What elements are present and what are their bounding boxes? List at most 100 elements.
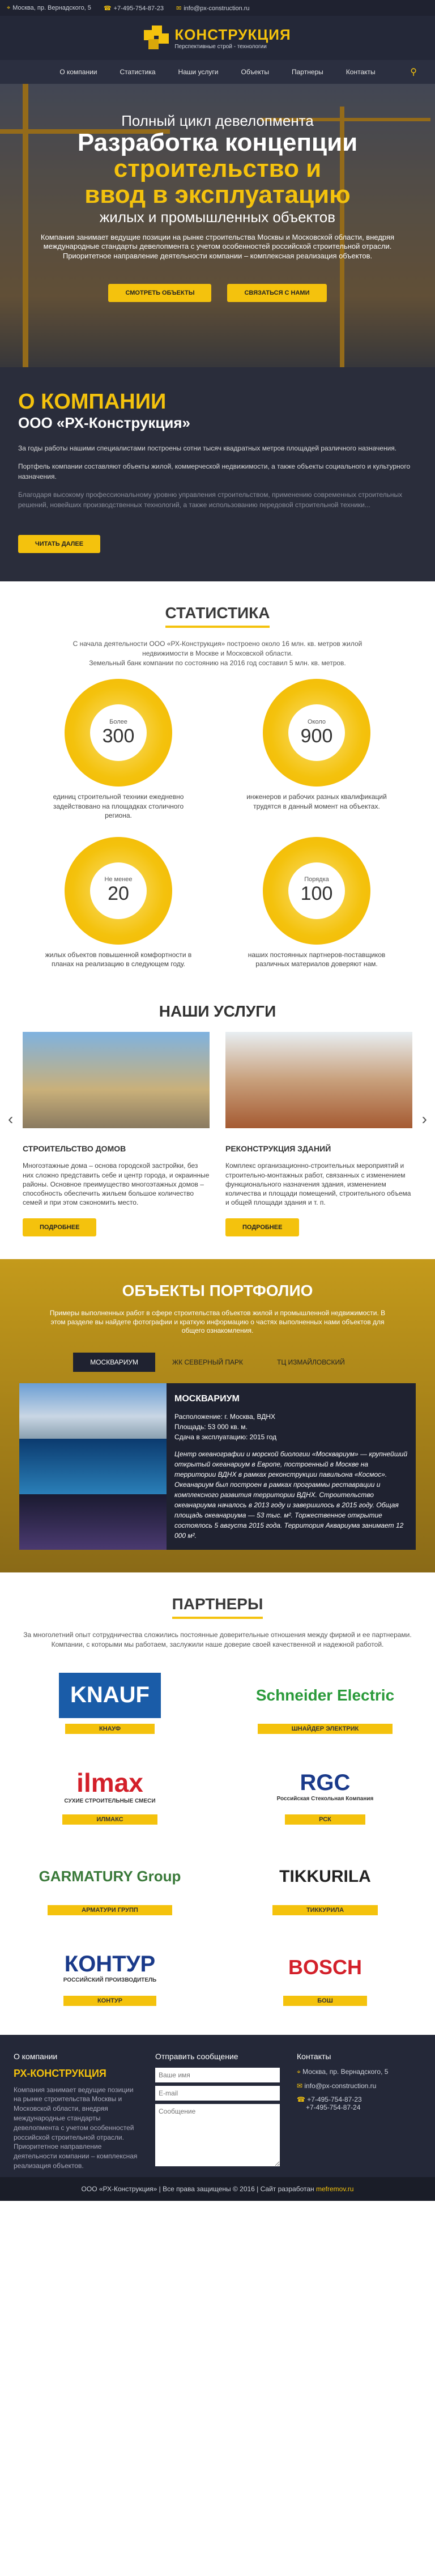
stat-number: 300 <box>102 725 135 747</box>
stat-caption: Порядка <box>304 876 329 883</box>
hero-line-1: Полный цикл девелопмента <box>121 112 314 129</box>
footer-logo[interactable]: РХ-КОНСТРУКЦИЯ <box>14 2068 138 2080</box>
project-image[interactable] <box>19 1439 167 1495</box>
search-icon[interactable]: ⚲ <box>410 66 417 78</box>
tab-moskvarium[interactable]: МОСКВАРИУМ <box>73 1353 156 1372</box>
partner-item[interactable]: RGC Российская Стекольная Компания РСК <box>234 1752 416 1837</box>
email-field[interactable] <box>155 2085 280 2101</box>
footer-about: О компании РХ-КОНСТРУКЦИЯ Компания заним… <box>14 2052 138 2171</box>
partner-item[interactable]: GARMATURY Group АРМАТУРИ ГРУПП <box>19 1842 201 1927</box>
footer-phone[interactable]: +7-495-754-87-24 <box>306 2103 360 2111</box>
topbar-phone[interactable]: ☎ +7-495-754-87-23 <box>104 5 164 12</box>
footer-about-text: Компания занимает ведущие позиции на рын… <box>14 2085 138 2170</box>
name-field[interactable] <box>155 2067 280 2082</box>
nav-item-contacts[interactable]: Контакты <box>346 68 376 76</box>
location-icon: ⌖ <box>7 4 11 11</box>
nav-item-stats[interactable]: Статистика <box>120 68 156 76</box>
partner-item[interactable]: TIKKURILA ТИККУРИЛА <box>234 1842 416 1927</box>
view-objects-button[interactable]: СМОТРЕТЬ ОБЪЕКТЫ <box>108 284 212 303</box>
about-paragraph: За годы работы нашими специалистами пост… <box>18 444 397 452</box>
logo-icon[interactable] <box>144 25 169 50</box>
service-title[interactable]: РЕКОНСТРУКЦИЯ ЗДАНИЙ <box>225 1144 412 1153</box>
topbar-email[interactable]: ✉ info@px-construction.ru <box>176 5 250 12</box>
stat-item: Более 300 единиц строительной техники еже… <box>19 679 218 820</box>
header: КОНСТРУКЦИЯ Перспективные строй - технол… <box>0 16 435 60</box>
partner-logo: KNAUF <box>59 1672 161 1718</box>
phone-icon: ☎ <box>297 2095 308 2103</box>
main-nav: О компании Статистика Наши услуги Объект… <box>0 60 435 84</box>
partner-item[interactable]: КОНТУР РОССИЙСКИЙ ПРОИЗВОДИТЕЛЬ КОНТУР <box>19 1933 201 2018</box>
tab-severny-park[interactable]: ЖК СЕВЕРНЫЙ ПАРК <box>155 1353 260 1372</box>
partner-label: КОНТУР <box>63 1995 157 2006</box>
partner-logo: ilmax СУХИЕ СТРОИТЕЛЬНЫЕ СМЕСИ <box>64 1763 155 1809</box>
copyright-bar: ООО «РХ-Конструкция» | Все права защищен… <box>0 2177 435 2201</box>
nav-item-about[interactable]: О компании <box>59 68 97 76</box>
partner-label: БОШ <box>283 1995 367 2006</box>
footer-col-title: Контакты <box>297 2051 331 2061</box>
stat-item: Около 900 инженеров и рабочих разных квал… <box>218 679 416 820</box>
hero-line-2: Разработка концепции <box>77 129 358 156</box>
hero-line-5: жилых и промышленных объектов <box>99 208 336 226</box>
partner-label: РСК <box>285 1814 365 1825</box>
mail-icon: ✉ <box>176 5 182 12</box>
topbar: ⌖ Москва, пр. Вернадского, 5 ☎ +7-495-754-… <box>0 0 435 16</box>
partner-logo: КОНТУР РОССИЙСКИЙ ПРОИЗВОДИТЕЛЬ <box>63 1945 156 1990</box>
tab-izmaylovsky[interactable]: ТЦ ИЗМАЙЛОВСКИЙ <box>260 1353 362 1372</box>
chevron-left-icon[interactable]: ‹ <box>8 1110 13 1128</box>
footer-email[interactable]: info@px-construction.ru <box>304 2082 376 2090</box>
stat-text: единиц строительной техники ежедневно за… <box>53 793 184 819</box>
partner-logo-sub: Российская Стекольная Компания <box>276 1795 374 1802</box>
nav-item-partners[interactable]: Партнеры <box>292 68 323 76</box>
partner-label: КНАУФ <box>65 1723 155 1734</box>
partner-label: ИЛМАКС <box>62 1814 157 1825</box>
partner-logo-text: КОНТУР <box>64 1951 156 1976</box>
footer-col-title: О компании <box>14 2051 58 2061</box>
service-text: Комплекс организационно-строительных мер… <box>225 1162 411 1207</box>
partners-title: ПАРТНЕРЫ <box>172 1595 263 1619</box>
project-area: Площадь: 53 000 кв. м. <box>174 1423 248 1431</box>
services-section: НАШИ УСЛУГИ ‹ › СТРОИТЕЛЬСТВО ДОМОВ Мног… <box>0 985 435 1259</box>
project-location: Расположение: г. Москва, ВДНХ <box>174 1413 275 1421</box>
hero-description: Компания занимает ведущие позиции на рын… <box>40 232 395 261</box>
stats-title: СТАТИСТИКА <box>165 604 270 628</box>
partner-logo-sub: СУХИЕ СТРОИТЕЛЬНЫЕ СМЕСИ <box>64 1798 156 1805</box>
message-field[interactable] <box>155 2103 280 2166</box>
partner-logo: RGC Российская Стекольная Компания <box>277 1763 374 1809</box>
service-title[interactable]: СТРОИТЕЛЬСТВО ДОМОВ <box>23 1144 210 1153</box>
contact-us-button[interactable]: СВЯЗАТЬСЯ С НАМИ <box>227 284 327 303</box>
partner-item[interactable]: ilmax СУХИЕ СТРОИТЕЛЬНЫЕ СМЕСИ ИЛМАКС <box>19 1752 201 1837</box>
stat-item: Не менее 20 жилых объектов повышенной ком… <box>19 836 218 968</box>
partner-logo: GARMATURY Group <box>39 1868 181 1885</box>
partner-logo: BOSCH <box>288 1955 362 1979</box>
details-button[interactable]: ПОДРОБНЕЕ <box>23 1218 97 1237</box>
project-image[interactable] <box>19 1383 167 1439</box>
stats-intro: С начала деятельности ООО «РХ-Конструкци… <box>72 640 362 667</box>
stat-caption: Около <box>307 718 326 725</box>
developer-link[interactable]: mefremov.ru <box>316 2185 353 2193</box>
partner-label: ТИККУРИЛА <box>272 1905 378 1915</box>
nav-item-services[interactable]: Наши услуги <box>178 68 219 76</box>
about-title: О КОМПАНИИ <box>18 390 167 414</box>
partner-item[interactable]: KNAUF КНАУФ <box>19 1661 201 1746</box>
stat-caption: Более <box>109 718 127 725</box>
stat-text: наших постоянных партнеров-поставщиков р… <box>248 950 386 968</box>
nav-item-objects[interactable]: Объекты <box>241 68 270 76</box>
details-button[interactable]: ПОДРОБНЕЕ <box>225 1218 300 1237</box>
partner-logo: TIKKURILA <box>279 1867 371 1886</box>
chevron-right-icon[interactable]: › <box>422 1110 427 1128</box>
service-image <box>23 1032 210 1129</box>
stat-caption: Не менее <box>104 876 133 883</box>
about-paragraph: Благодаря высокому профессиональному уро… <box>18 491 403 509</box>
logo-title[interactable]: КОНСТРУКЦИЯ <box>174 26 291 44</box>
hero-section: Полный цикл девелопмента Разработка конц… <box>0 84 435 367</box>
partner-item[interactable]: Schneider Electric ШНАЙДЕР ЭЛЕКТРИК <box>234 1661 416 1746</box>
portfolio-section: ОБЪЕКТЫ ПОРТФОЛИО Примеры выполненных ра… <box>0 1259 435 1573</box>
partner-logo-text: ilmax <box>76 1768 143 1798</box>
project-image[interactable] <box>19 1494 167 1550</box>
hero-line-4: ввод в эксплуатацию <box>84 181 351 209</box>
footer-phone[interactable]: +7-495-754-87-23 <box>307 2095 361 2103</box>
partner-item[interactable]: BOSCH БОШ <box>234 1933 416 2018</box>
read-more-button[interactable]: ЧИТАТЬ ДАЛЕЕ <box>18 535 101 553</box>
services-title: НАШИ УСЛУГИ <box>159 1002 276 1021</box>
partner-logo-text: RGC <box>300 1770 351 1795</box>
